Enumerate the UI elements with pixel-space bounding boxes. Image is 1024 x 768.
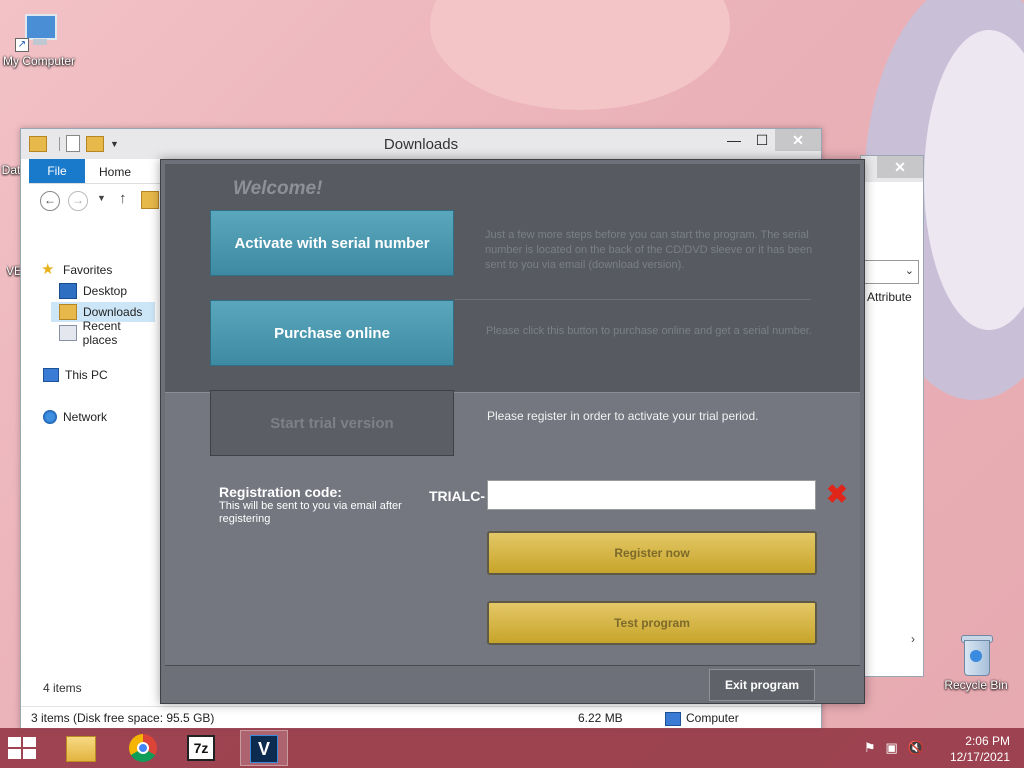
activate-description: Just a few more steps before you can sta… — [485, 229, 813, 271]
sidebar-item-favorites[interactable]: ★ Favorites — [41, 260, 112, 280]
registration-code-hint: This will be sent to you via email after… — [219, 500, 402, 525]
clear-icon[interactable]: ✖ — [825, 481, 849, 507]
registration-code-label: Registration code: — [219, 484, 342, 500]
action-center-flag-icon[interactable]: ⚑ — [864, 740, 876, 756]
sidebar-item-label: Favorites — [63, 263, 113, 277]
status-size: 6.22 MB — [578, 711, 623, 725]
register-now-button[interactable]: Register now — [487, 531, 817, 575]
welcome-heading: Welcome! — [233, 178, 323, 199]
star-icon: ★ — [41, 261, 55, 278]
taskbar-file-explorer[interactable] — [56, 730, 104, 766]
close-button[interactable]: ✕ — [775, 129, 821, 151]
recent-locations-dropdown-icon[interactable]: ▼ — [97, 193, 106, 203]
sidebar-item-this-pc[interactable]: This PC — [43, 365, 108, 385]
recycle-bin-icon — [959, 632, 993, 676]
taskbar-vegas[interactable]: V — [240, 730, 288, 766]
close-button[interactable]: ✕ — [877, 156, 923, 178]
title-bar[interactable]: ▼ Downloads — ☐ ✕ — [21, 129, 821, 159]
network-icon — [43, 410, 57, 424]
desktop-icon-partial[interactable]: VE — [6, 264, 20, 278]
recent-places-icon — [59, 325, 77, 341]
sidebar-item-desktop[interactable]: Desktop — [59, 281, 127, 301]
column-header-attributes[interactable]: Attribute — [867, 290, 912, 304]
7zip-icon: 7z — [187, 735, 215, 761]
desktop-icon-partial[interactable]: Dat — [0, 163, 22, 177]
chrome-icon — [129, 734, 157, 762]
desktop-folder-icon — [59, 283, 77, 299]
system-tray: ⚑ ▣ 🔇 — [864, 740, 924, 756]
status-disk-space: 3 items (Disk free space: 95.5 GB) — [31, 711, 215, 725]
minimize-button[interactable]: — — [719, 129, 749, 151]
activation-dialog[interactable]: Welcome! Activate with serial number Jus… — [160, 159, 865, 704]
sidebar-item-label: Network — [63, 410, 108, 424]
start-trial-button[interactable]: Start trial version — [210, 390, 454, 456]
taskbar: 7z V ⚑ ▣ 🔇 2:06 PM 12/17/2021 — [0, 728, 1024, 768]
clock[interactable]: 2:06 PM 12/17/2021 — [930, 733, 1010, 765]
items-count: 4 items — [43, 681, 82, 695]
status-bar: 3 items (Disk free space: 95.5 GB) 6.22 … — [21, 706, 821, 729]
sidebar-item-recent-places[interactable]: Recent places — [59, 319, 157, 347]
registration-code-input[interactable] — [487, 480, 816, 510]
clock-time: 2:06 PM — [965, 734, 1010, 748]
computer-icon: ↗ — [15, 12, 59, 52]
up-arrow-icon[interactable]: ↑ — [119, 190, 127, 207]
sidebar-item-network[interactable]: Network — [43, 407, 107, 427]
network-tray-icon[interactable]: ▣ — [886, 740, 898, 756]
desktop-icon-recycle-bin[interactable]: Recycle Bin — [938, 632, 1014, 692]
divider — [455, 299, 811, 300]
tab-file[interactable]: File — [29, 159, 85, 183]
trial-description: Please register in order to activate you… — [487, 409, 759, 423]
window-title: Downloads — [383, 136, 459, 153]
exit-program-button[interactable]: Exit program — [709, 669, 815, 701]
vegas-icon: V — [250, 735, 278, 763]
address-dropdown[interactable]: ⌄ — [861, 260, 919, 284]
desktop-icon-label: Recycle Bin — [944, 678, 1008, 692]
address-folder-icon — [141, 191, 159, 209]
desktop-icon-label: VE — [6, 264, 20, 278]
sidebar-item-label: Downloads — [83, 305, 143, 319]
tab-home[interactable]: Home — [99, 159, 131, 183]
volume-muted-icon[interactable]: 🔇 — [908, 740, 924, 756]
windows-logo-icon — [8, 737, 21, 747]
back-arrow-icon[interactable]: ← — [40, 191, 60, 211]
sidebar-item-label: Recent places — [82, 319, 121, 347]
activate-serial-button[interactable]: Activate with serial number — [210, 210, 454, 276]
desktop-icon-my-computer[interactable]: ↗ My Computer — [0, 12, 78, 68]
test-program-button[interactable]: Test program — [487, 601, 817, 645]
file-explorer-icon — [66, 736, 96, 762]
downloads-folder-icon — [59, 304, 77, 320]
registration-code-prefix: TRIALC- — [429, 488, 485, 504]
chevron-down-icon: ⌄ — [904, 265, 914, 277]
navigation-pane: ★ Favorites Desktop Downloads Recent pla… — [29, 219, 157, 689]
start-button[interactable] — [8, 737, 40, 761]
purchase-description: Please click this button to purchase onl… — [486, 325, 812, 337]
desktop-icon-label: My Computer — [2, 54, 76, 68]
explorer-window-background[interactable]: ✕ ⌄ Attribute › — [860, 155, 924, 677]
taskbar-7zip[interactable]: 7z — [178, 730, 226, 766]
maximize-button[interactable]: ☐ — [747, 129, 777, 151]
desktop-icon-label: Dat — [1, 163, 21, 177]
computer-icon — [43, 368, 59, 382]
taskbar-chrome[interactable] — [120, 730, 168, 766]
sidebar-item-label: This PC — [65, 368, 108, 382]
purchase-online-button[interactable]: Purchase online — [210, 300, 454, 366]
scroll-right-icon[interactable]: › — [911, 632, 915, 646]
status-location: Computer — [686, 711, 739, 725]
activation-options-panel: Welcome! Activate with serial number Jus… — [165, 164, 860, 392]
forward-arrow-icon[interactable]: → — [68, 191, 88, 211]
clock-date: 12/17/2021 — [949, 750, 1010, 764]
computer-icon — [665, 712, 681, 726]
sidebar-item-label: Desktop — [83, 284, 128, 298]
